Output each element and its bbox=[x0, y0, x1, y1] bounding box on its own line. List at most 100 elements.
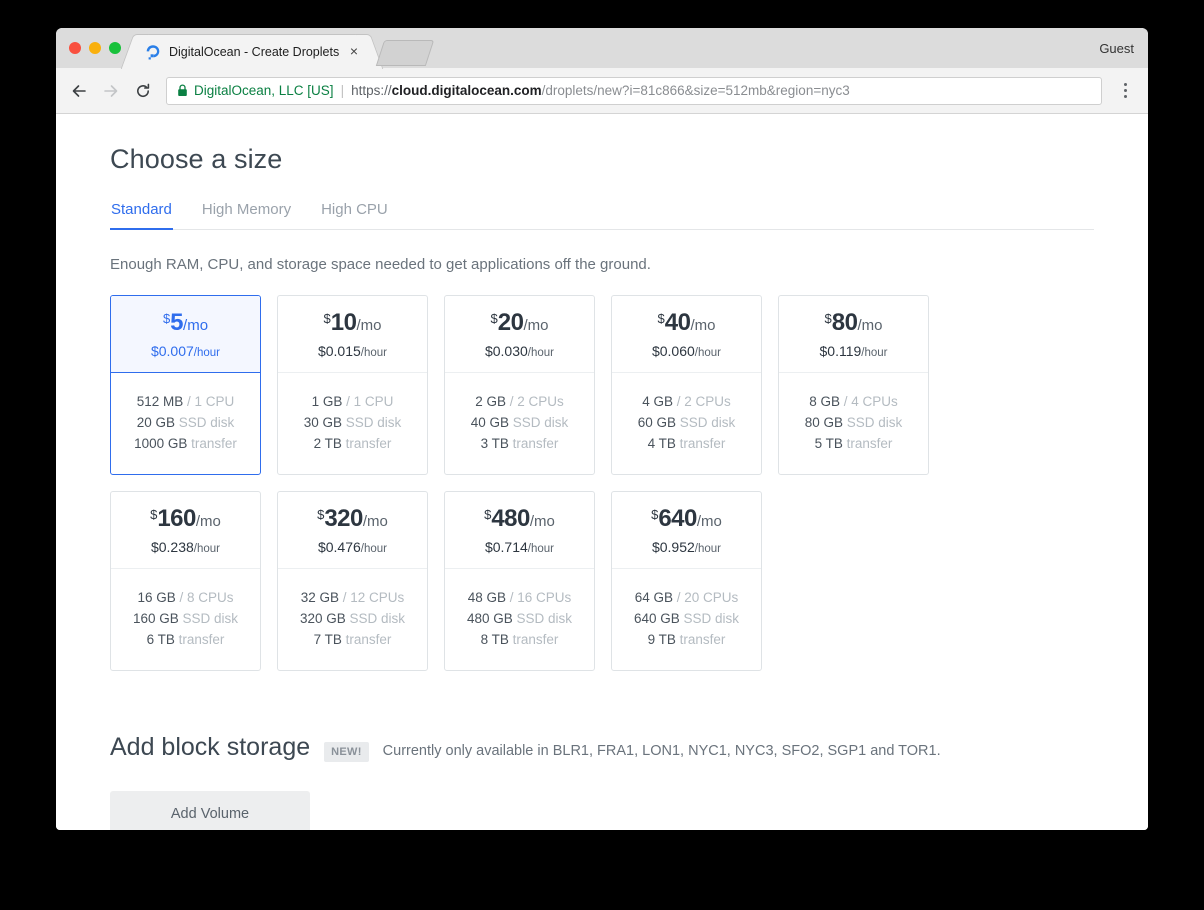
spec-transfer-size: 1000 GB bbox=[134, 436, 188, 451]
spec-disk-label: SSD disk bbox=[349, 611, 406, 626]
address-bar[interactable]: DigitalOcean, LLC [US] | https:// cloud.… bbox=[166, 76, 1102, 105]
spec-cpu: 8 CPUs bbox=[187, 590, 234, 605]
spec-transfer: 4 TB transfer bbox=[618, 433, 755, 454]
size-card-price: $20/mo $0.030/hour bbox=[445, 296, 594, 373]
hourly-price: $0.007 bbox=[150, 343, 194, 359]
currency-symbol: $ bbox=[824, 311, 832, 326]
spec-disk-label: SSD disk bbox=[182, 611, 239, 626]
monthly-price: 10 bbox=[330, 309, 357, 336]
close-window-button[interactable] bbox=[69, 42, 81, 54]
spec-disk-label: SSD disk bbox=[683, 611, 740, 626]
spec-ram: 48 GB bbox=[467, 590, 506, 605]
currency-symbol: $ bbox=[657, 311, 665, 326]
spec-disk-label: SSD disk bbox=[345, 415, 402, 430]
hourly-price: $0.015 bbox=[317, 343, 361, 359]
per-hour-label: /hour bbox=[694, 347, 722, 359]
size-card[interactable]: $20/mo $0.030/hour 2 GB / 2 CPUs 40 GB SSD … bbox=[444, 295, 595, 475]
size-card-price: $10/mo $0.015/hour bbox=[278, 296, 427, 373]
monthly-price: 40 bbox=[664, 309, 691, 336]
hourly-price: $0.952 bbox=[651, 539, 695, 555]
spec-disk-size: 320 GB bbox=[299, 611, 346, 626]
size-card[interactable]: $80/mo $0.119/hour 8 GB / 4 CPUs 80 GB SSD … bbox=[778, 295, 929, 475]
monthly-price: 80 bbox=[831, 309, 858, 336]
three-dot-menu-icon[interactable] bbox=[1112, 76, 1138, 106]
spec-disk-size: 160 GB bbox=[132, 611, 179, 626]
size-card-specs: 16 GB / 8 CPUs 160 GB SSD disk 6 TB transf… bbox=[111, 569, 260, 670]
currency-symbol: $ bbox=[323, 311, 331, 326]
hourly-price: $0.714 bbox=[484, 539, 528, 555]
tab-high-cpu[interactable]: High CPU bbox=[320, 201, 389, 230]
block-storage-header: Add block storage NEW! Currently only av… bbox=[110, 733, 1094, 762]
spec-ram-cpu: 48 GB / 16 CPUs bbox=[467, 590, 572, 605]
size-card-grid: $5/mo $0.007/hour 512 MB / 1 CPU 20 GB SSD … bbox=[110, 295, 1094, 671]
monthly-price: 640 bbox=[658, 505, 697, 532]
spec-disk-label: SSD disk bbox=[516, 611, 573, 626]
spec-disk: 40 GB SSD disk bbox=[451, 412, 588, 433]
spec-cpu: 1 CPU bbox=[194, 394, 235, 409]
per-hour-label: /hour bbox=[861, 347, 888, 359]
reload-icon[interactable] bbox=[128, 76, 158, 106]
hourly-price: $0.238 bbox=[150, 539, 194, 555]
spec-transfer-size: 7 TB bbox=[313, 632, 342, 647]
hourly-price-row: $0.060/hour bbox=[618, 343, 755, 359]
spec-transfer-label: transfer bbox=[679, 436, 726, 451]
size-card-price: $160/mo $0.238/hour bbox=[111, 492, 260, 569]
hourly-price: $0.476 bbox=[317, 539, 361, 555]
size-card[interactable]: $640/mo $0.952/hour 64 GB / 20 CPUs 640 GB … bbox=[611, 491, 762, 671]
new-badge: NEW! bbox=[324, 742, 369, 762]
close-tab-icon[interactable]: × bbox=[347, 44, 361, 59]
size-card[interactable]: $40/mo $0.060/hour 4 GB / 2 CPUs 60 GB SSD … bbox=[611, 295, 762, 475]
tab-high-memory[interactable]: High Memory bbox=[201, 201, 292, 230]
spec-disk: 160 GB SSD disk bbox=[117, 608, 254, 629]
spec-cpu: 2 CPUs bbox=[684, 394, 731, 409]
spec-disk: 640 GB SSD disk bbox=[618, 608, 755, 629]
spec-disk-label: SSD disk bbox=[512, 415, 569, 430]
size-card[interactable]: $160/mo $0.238/hour 16 GB / 8 CPUs 160 GB S… bbox=[110, 491, 261, 671]
spec-ram-cpu: 16 GB / 8 CPUs bbox=[137, 590, 234, 605]
profile-guest-label[interactable]: Guest bbox=[1099, 41, 1134, 56]
hourly-price-row: $0.238/hour bbox=[117, 539, 254, 555]
spec-transfer-size: 2 TB bbox=[313, 436, 342, 451]
monthly-price-row: $5/mo bbox=[117, 311, 254, 335]
spec-cpu: 12 CPUs bbox=[350, 590, 405, 605]
minimize-window-button[interactable] bbox=[89, 42, 101, 54]
per-hour-label: /hour bbox=[360, 543, 388, 555]
browser-tab-inactive[interactable] bbox=[375, 40, 435, 66]
spec-transfer-size: 5 TB bbox=[814, 436, 843, 451]
hourly-price: $0.060 bbox=[651, 343, 695, 359]
spec-cpu: 4 CPUs bbox=[851, 394, 898, 409]
spec-transfer: 7 TB transfer bbox=[284, 629, 421, 650]
monthly-price: 20 bbox=[497, 309, 524, 336]
size-card[interactable]: $480/mo $0.714/hour 48 GB / 16 CPUs 480 GB … bbox=[444, 491, 595, 671]
tab-standard[interactable]: Standard bbox=[110, 201, 173, 230]
size-card[interactable]: $10/mo $0.015/hour 1 GB / 1 CPU 30 GB SSD d… bbox=[277, 295, 428, 475]
browser-tab-active[interactable]: DigitalOcean - Create Droplets × bbox=[134, 34, 370, 68]
spec-ram: 8 GB bbox=[809, 394, 840, 409]
size-card-specs: 48 GB / 16 CPUs 480 GB SSD disk 8 TB trans… bbox=[445, 569, 594, 670]
size-card[interactable]: $320/mo $0.476/hour 32 GB / 12 CPUs 320 GB … bbox=[277, 491, 428, 671]
page-content: Choose a size Standard High Memory High CP… bbox=[56, 114, 1148, 830]
spec-disk-size: 640 GB bbox=[633, 611, 680, 626]
spec-ram-cpu: 32 GB / 12 CPUs bbox=[300, 590, 405, 605]
per-month-label: /mo bbox=[523, 317, 549, 334]
spec-ram: 512 MB bbox=[136, 394, 184, 409]
hourly-price-row: $0.119/hour bbox=[785, 343, 922, 359]
hourly-price: $0.119 bbox=[819, 343, 862, 359]
back-arrow-icon[interactable] bbox=[64, 76, 94, 106]
monthly-price-row: $320/mo bbox=[284, 507, 421, 531]
per-hour-label: /hour bbox=[527, 543, 555, 555]
page-subtitle: Enough RAM, CPU, and storage space neede… bbox=[110, 256, 651, 273]
omnibox-divider: | bbox=[340, 83, 345, 98]
maximize-window-button[interactable] bbox=[109, 42, 121, 54]
size-card-price: $40/mo $0.060/hour bbox=[612, 296, 761, 373]
size-card[interactable]: $5/mo $0.007/hour 512 MB / 1 CPU 20 GB SSD … bbox=[110, 295, 261, 475]
size-card-price: $320/mo $0.476/hour bbox=[278, 492, 427, 569]
monthly-price-row: $10/mo bbox=[284, 311, 421, 335]
add-volume-button[interactable]: Add Volume bbox=[110, 791, 310, 830]
spec-cpu: 1 CPU bbox=[353, 394, 394, 409]
per-month-label: /mo bbox=[183, 317, 209, 334]
monthly-price-row: $640/mo bbox=[618, 507, 755, 531]
monthly-price: 480 bbox=[491, 505, 530, 532]
spec-transfer-label: transfer bbox=[679, 632, 726, 647]
spec-disk-size: 20 GB bbox=[136, 415, 175, 430]
